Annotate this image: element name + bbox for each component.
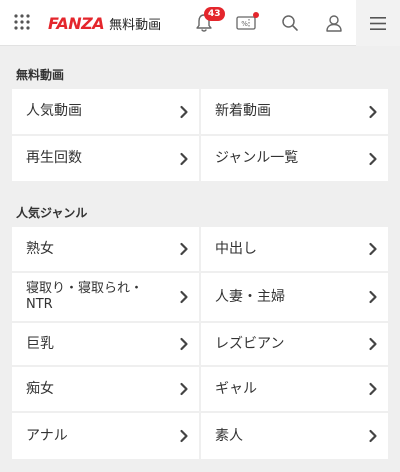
menu-item-popular[interactable]: 人気動画 [12,89,199,134]
logo-brand: FANZA [48,13,105,33]
hamburger-menu-icon [370,16,386,30]
search-button[interactable] [270,0,310,46]
genre-item[interactable]: 痴女 [12,367,199,411]
genre-item[interactable]: 人妻・主婦 [201,273,388,321]
genre-item[interactable]: ギャル [201,367,388,411]
notifications-button[interactable]: 43 [184,0,225,46]
genre-item-label: レズビアン [215,335,285,352]
coupon-icon: % [236,16,256,30]
genre-item-label: 寝取り・寝取られ・NTR [26,281,144,312]
account-button[interactable] [314,0,354,46]
menu-item-label: 新着動画 [215,103,271,119]
genre-item[interactable]: 熟女 [12,227,199,271]
menu-item-play-count[interactable]: 再生回数 [12,136,199,181]
chevron-right-icon [369,382,377,396]
chevron-right-icon [180,242,188,256]
genre-item[interactable]: 巨乳 [12,323,199,365]
menu-item-label: 再生回数 [26,150,82,166]
hamburger-menu-button[interactable] [356,0,400,46]
genre-item-label: 巨乳 [26,335,54,352]
genre-item-label: 熟女 [26,240,54,257]
chevron-right-icon [369,429,377,443]
grid-menu-icon[interactable] [14,14,30,30]
menu-item-new[interactable]: 新着動画 [201,89,388,134]
top-header: FANZA 無料動画 43 % [0,0,400,46]
chevron-right-icon [180,290,188,304]
chevron-right-icon [369,290,377,304]
popular-genres-menu: 熟女 中出し 寝取り・寝取られ・NTR 人妻・主婦 巨乳 レズビアン 痴女 ギャ… [12,227,388,459]
logo-subtitle: 無料動画 [109,17,162,33]
genre-item-label: 中出し [215,240,257,257]
menu-item-label: 人気動画 [26,103,82,119]
chevron-right-icon [369,105,377,118]
free-videos-menu: 人気動画 新着動画 再生回数 ジャンル一覧 [12,89,388,181]
genre-item[interactable]: 素人 [201,413,388,459]
chevron-right-icon [369,337,377,351]
chevron-right-icon [180,105,188,118]
genre-item[interactable]: 中出し [201,227,388,271]
genre-item-label: アナル [26,427,68,444]
chevron-right-icon [369,242,377,256]
search-icon [282,15,298,31]
menu-item-genre-list[interactable]: ジャンル一覧 [201,136,388,181]
genre-item-label: 痴女 [26,380,54,397]
site-logo[interactable]: FANZA 無料動画 [48,12,161,34]
section-title-free-videos: 無料動画 [16,68,65,82]
genre-item-label: 素人 [215,427,243,444]
coupon-button[interactable]: % [226,0,266,46]
coupon-glyph: % [241,20,248,28]
genre-item[interactable]: レズビアン [201,323,388,365]
chevron-right-icon [180,152,188,165]
menu-item-label: ジャンル一覧 [215,150,299,166]
genre-item-label: 人妻・主婦 [215,288,285,305]
chevron-right-icon [369,152,377,165]
coupon-indicator-dot [253,12,259,18]
chevron-right-icon [180,337,188,351]
section-title-popular-genres: 人気ジャンル [16,206,88,220]
notification-badge: 43 [204,7,225,21]
genre-item[interactable]: 寝取り・寝取られ・NTR [12,273,199,321]
user-icon [326,15,342,32]
chevron-right-icon [180,429,188,443]
genre-item[interactable]: アナル [12,413,199,459]
chevron-right-icon [180,382,188,396]
genre-item-label: ギャル [215,380,257,397]
